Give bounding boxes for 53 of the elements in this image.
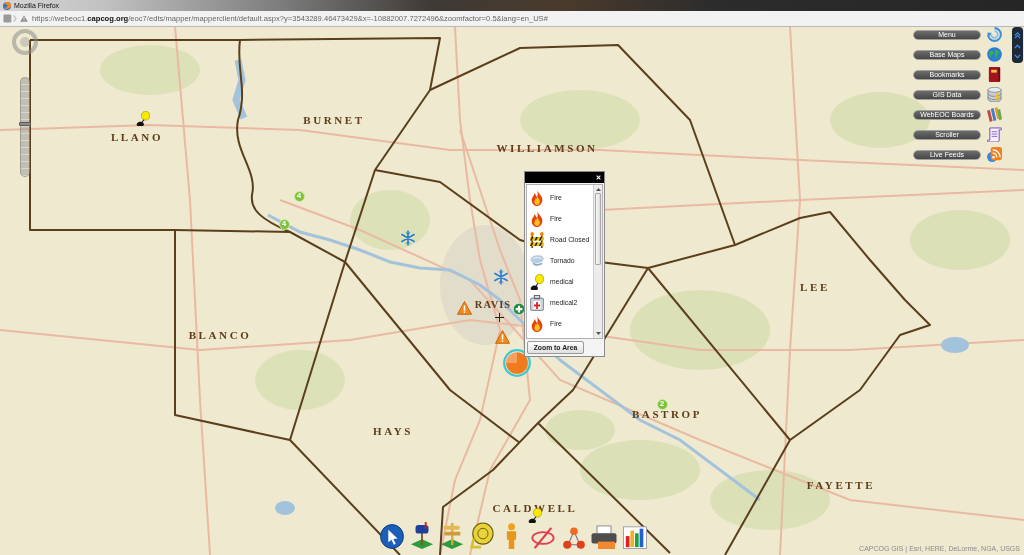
crosshair-icon[interactable]	[494, 312, 504, 322]
snowflake-icon[interactable]	[493, 269, 509, 285]
page-icon[interactable]	[3, 14, 17, 23]
county-label: WILLIAMSON	[496, 142, 598, 154]
county-label: BURNET	[303, 114, 365, 126]
bar-chart-icon[interactable]	[623, 525, 647, 549]
double-chevron-icon[interactable]	[1014, 31, 1021, 39]
county-label: LEE	[800, 281, 830, 293]
pan-ring-icon[interactable]	[12, 29, 38, 55]
pan-control[interactable]	[1012, 27, 1023, 63]
map-drawing[interactable]	[0, 27, 1024, 555]
chevron-down-icon[interactable]	[1014, 53, 1021, 59]
scroll-down-arrow-icon[interactable]	[595, 332, 601, 335]
zoom-slider[interactable]	[20, 77, 30, 177]
rss-icon[interactable]	[987, 147, 1002, 162]
signpost-icon[interactable]	[440, 522, 464, 549]
balloon-icon	[530, 273, 544, 290]
browser-icon	[3, 1, 11, 10]
mailbox-icon[interactable]	[410, 522, 434, 549]
barricade-icon	[530, 231, 544, 248]
database-icon[interactable]	[987, 87, 1002, 102]
snowflake-icon[interactable]	[400, 230, 416, 246]
fire-icon	[530, 315, 544, 332]
warning-icon[interactable]	[456, 301, 472, 315]
first-aid-kit-icon	[530, 294, 544, 311]
county-label: HAYS	[373, 425, 413, 437]
close-icon[interactable]	[596, 175, 601, 180]
tape-measure-icon[interactable]	[470, 522, 494, 549]
scroll-icon[interactable]	[987, 127, 1002, 142]
fire-icon	[530, 210, 544, 227]
county-label: RAVIS	[474, 299, 512, 311]
books-icon[interactable]	[987, 107, 1002, 122]
connected-nodes-icon[interactable]	[563, 527, 585, 549]
county-label: LLANO	[110, 131, 164, 143]
county-label: BLANCO	[188, 329, 252, 341]
scroll-thumb[interactable]	[595, 193, 601, 265]
balloon-icon[interactable]	[136, 110, 150, 126]
printer-icon[interactable]	[591, 525, 617, 549]
fire-icon	[530, 189, 544, 206]
warning-icon[interactable]	[494, 330, 510, 344]
swirl-icon[interactable]	[987, 27, 1002, 42]
globe-icon[interactable]	[987, 47, 1002, 62]
ring-marker-icon[interactable]	[503, 349, 531, 377]
county-label: FAYETTE	[806, 479, 876, 491]
chevron-up-icon[interactable]	[1014, 43, 1021, 49]
plus-circle-icon[interactable]	[513, 303, 525, 315]
slider-handle[interactable]	[19, 122, 31, 127]
cloud-icon	[530, 255, 544, 266]
warning-icon[interactable]	[20, 15, 28, 22]
county-label: BASTROP	[631, 408, 703, 420]
county-label: CALDWELL	[492, 502, 578, 514]
scrollbar[interactable]	[593, 185, 602, 338]
scroll-up-arrow-icon[interactable]	[595, 188, 601, 191]
